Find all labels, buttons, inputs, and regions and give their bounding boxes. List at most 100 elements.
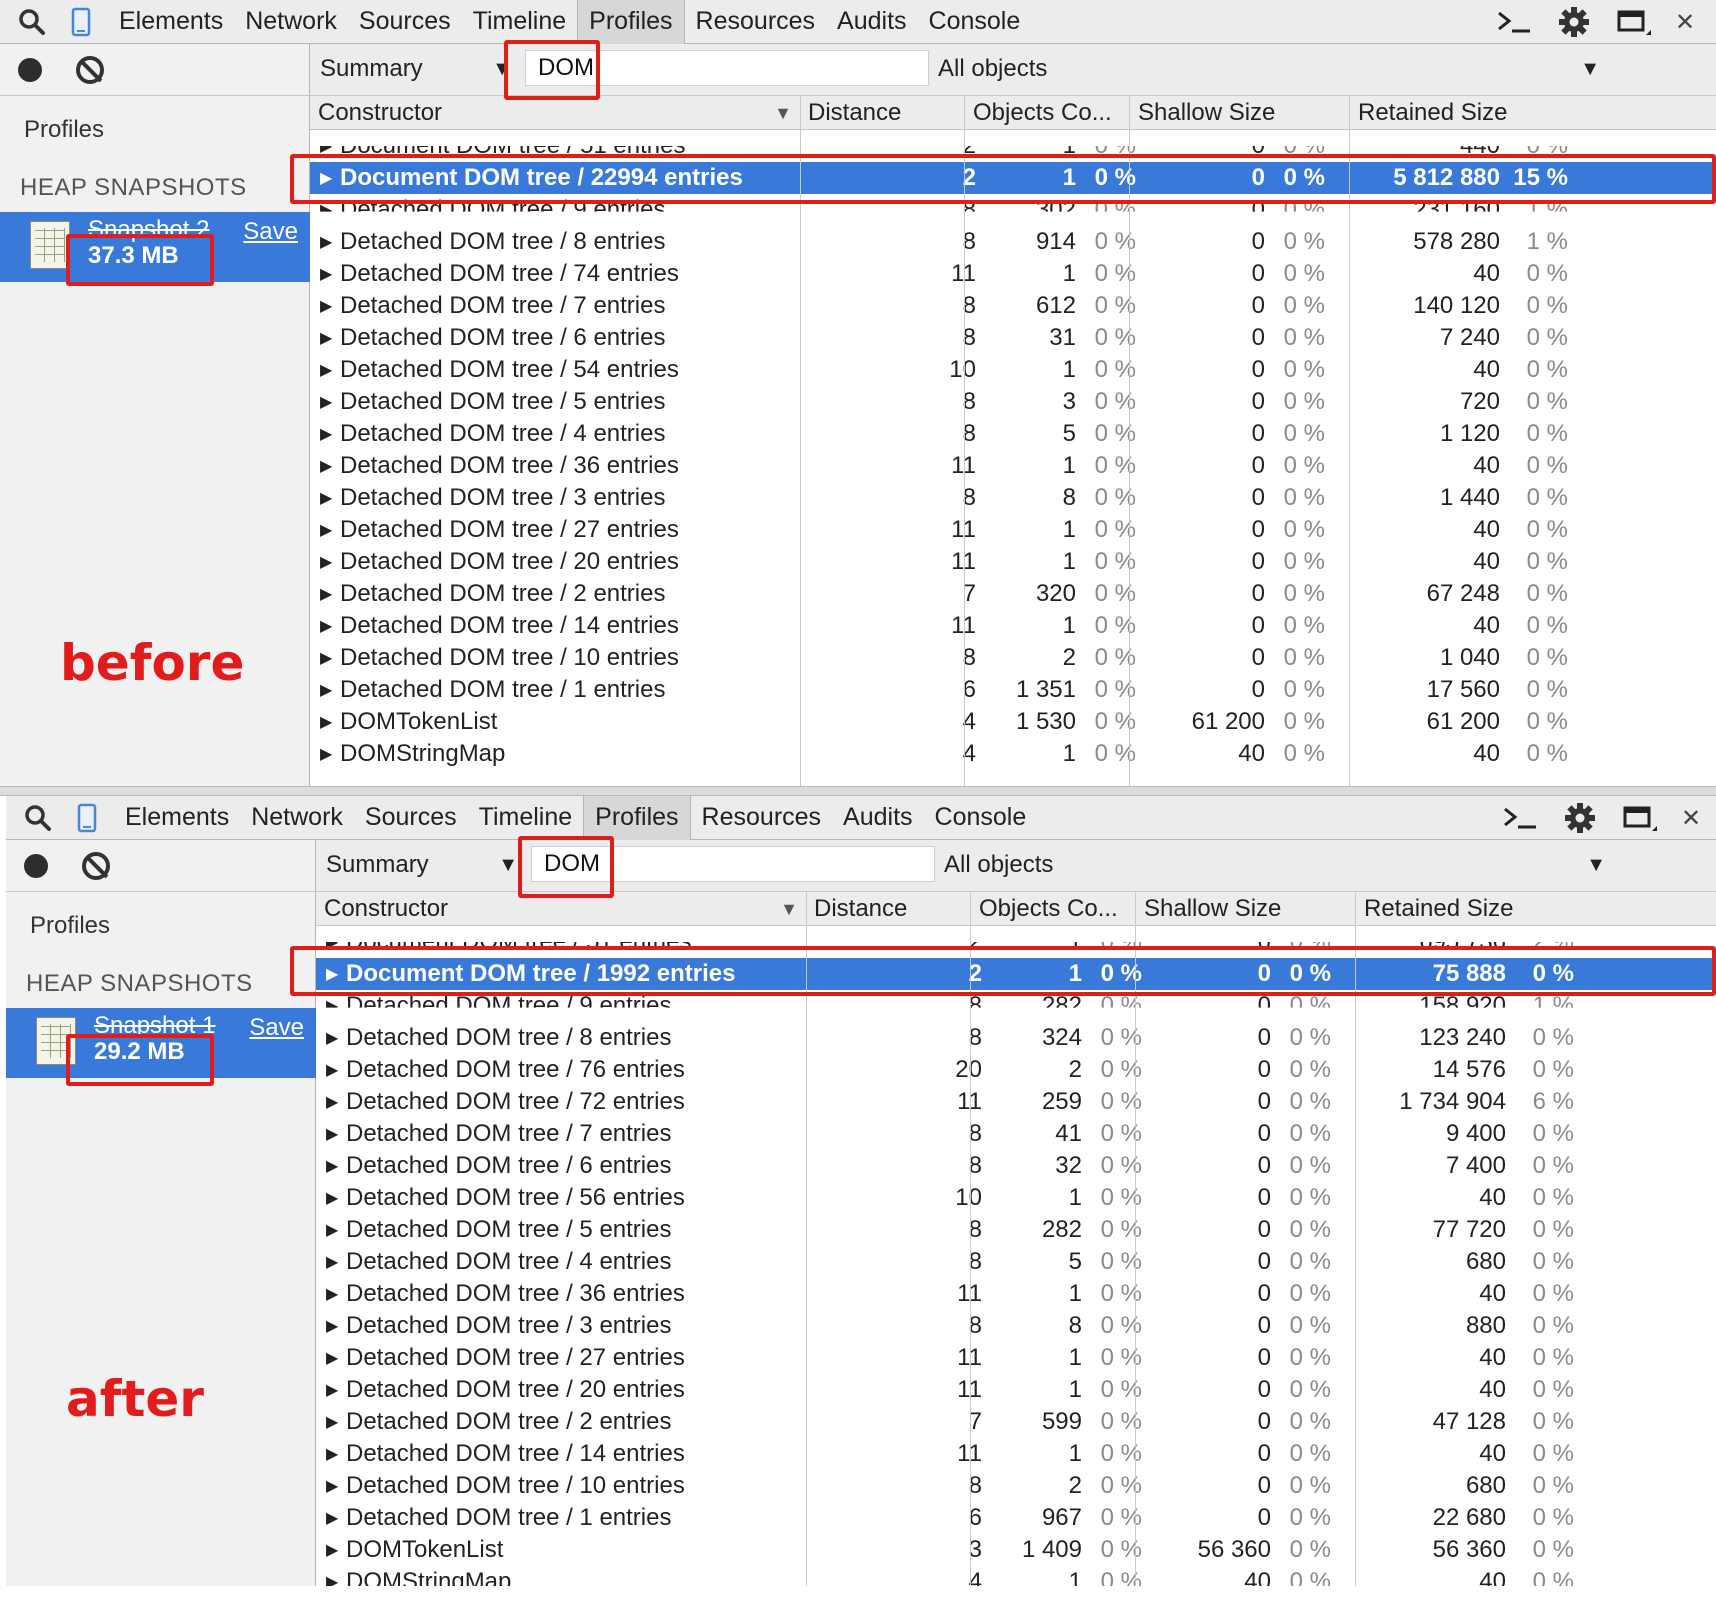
tab-profiles[interactable]: Profiles xyxy=(583,796,691,840)
table-row[interactable]: ▶ Detached DOM tree / 6 entries 8 31 0 % 0 0 %… xyxy=(310,322,1716,354)
expand-triangle-icon[interactable]: ▶ xyxy=(320,419,340,450)
expand-triangle-icon[interactable]: ▶ xyxy=(326,1279,346,1310)
expand-triangle-icon[interactable]: ▶ xyxy=(320,547,340,578)
table-row[interactable]: ▶ DOMStringMap 4 1 0 % 40 0 % 40 0 % xyxy=(316,1566,1716,1586)
table-row[interactable]: ▶ Detached DOM tree / 1 entries 6 967 0 % 0 0 … xyxy=(316,1502,1716,1534)
expand-triangle-icon[interactable]: ▶ xyxy=(326,1311,346,1342)
expand-triangle-icon[interactable]: ▶ xyxy=(320,483,340,514)
dock-side-icon[interactable] xyxy=(1620,796,1660,840)
table-row[interactable]: ▶ Detached DOM tree / 2 entries 7 320 0 % 0 0 … xyxy=(310,578,1716,610)
expand-triangle-icon[interactable]: ▶ xyxy=(326,1407,346,1438)
column-distance[interactable]: Distance xyxy=(806,892,970,926)
tab-console[interactable]: Console xyxy=(924,796,1038,840)
table-row[interactable]: ▶ Detached DOM tree / 27 entries 11 1 0 % 0 0 … xyxy=(316,1342,1716,1374)
table-row[interactable]: ▶ Detached DOM tree / 2 entries 7 599 0 % 0 0 … xyxy=(316,1406,1716,1438)
tab-network[interactable]: Network xyxy=(240,796,354,840)
expand-triangle-icon[interactable]: ▶ xyxy=(320,515,340,546)
record-icon[interactable] xyxy=(24,854,48,878)
column-distance[interactable]: Distance xyxy=(800,96,964,130)
column-retained-size[interactable]: Retained Size xyxy=(1350,96,1610,130)
table-row[interactable]: ▶ Detached DOM tree / 9 entries 8 282 0 % 0 0 … xyxy=(316,990,1716,1022)
objects-scope-select[interactable]: All objects ▼ xyxy=(938,51,1618,87)
expand-triangle-icon[interactable]: ▶ xyxy=(326,959,346,990)
device-mode-icon[interactable] xyxy=(72,796,102,840)
expand-triangle-icon[interactable]: ▶ xyxy=(320,579,340,610)
gear-icon[interactable] xyxy=(1554,0,1594,44)
tab-elements[interactable]: Elements xyxy=(108,0,234,44)
expand-triangle-icon[interactable]: ▶ xyxy=(320,451,340,482)
tab-resources[interactable]: Resources xyxy=(691,796,833,840)
expand-triangle-icon[interactable]: ▶ xyxy=(320,195,340,212)
expand-triangle-icon[interactable]: ▶ xyxy=(326,1247,346,1278)
table-row[interactable]: ▶ DOMStringMap 4 1 0 % 40 0 % 40 0 % xyxy=(310,738,1716,770)
console-drawer-icon[interactable] xyxy=(1500,796,1540,840)
expand-triangle-icon[interactable]: ▶ xyxy=(326,1535,346,1566)
class-filter-input[interactable]: DOM xyxy=(525,50,929,86)
expand-triangle-icon[interactable]: ▶ xyxy=(320,739,340,770)
expand-triangle-icon[interactable]: ▶ xyxy=(326,1119,346,1150)
table-row-selected[interactable]: ▶ Document DOM tree / 22994 entries 2 1 0 % 0… xyxy=(310,162,1716,194)
expand-triangle-icon[interactable]: ▶ xyxy=(320,227,340,258)
tab-network[interactable]: Network xyxy=(234,0,348,44)
expand-triangle-icon[interactable]: ▶ xyxy=(326,1087,346,1118)
table-row[interactable]: ▶ Detached DOM tree / 27 entries 11 1 0 % 0 0 … xyxy=(310,514,1716,546)
expand-triangle-icon[interactable]: ▶ xyxy=(320,291,340,322)
table-row[interactable]: ▶ Detached DOM tree / 10 entries 8 2 0 % 0 0 %… xyxy=(316,1470,1716,1502)
table-row[interactable]: ▶ Detached DOM tree / 36 entries 11 1 0 % 0 0 … xyxy=(316,1278,1716,1310)
table-row[interactable]: ▶ Detached DOM tree / 6 entries 8 32 0 % 0 0 %… xyxy=(316,1150,1716,1182)
save-link[interactable]: Save xyxy=(249,1014,304,1042)
dock-side-icon[interactable] xyxy=(1614,0,1654,44)
device-mode-icon[interactable] xyxy=(66,0,96,44)
tab-timeline[interactable]: Timeline xyxy=(462,0,578,44)
save-link[interactable]: Save xyxy=(243,218,298,246)
table-row[interactable]: ▶ Detached DOM tree / 9 entries 8 302 0 % 0 0 … xyxy=(310,194,1716,226)
expand-triangle-icon[interactable]: ▶ xyxy=(326,1567,346,1586)
table-row[interactable]: ▶ Detached DOM tree / 10 entries 8 2 0 % 0 0 %… xyxy=(310,642,1716,674)
view-select[interactable]: Summary ▼ xyxy=(320,51,512,87)
table-row[interactable]: ▶ Detached DOM tree / 5 entries 8 3 0 % 0 0 % 7… xyxy=(310,386,1716,418)
expand-triangle-icon[interactable]: ▶ xyxy=(320,611,340,642)
expand-triangle-icon[interactable]: ▶ xyxy=(326,1439,346,1470)
expand-triangle-icon[interactable]: ▶ xyxy=(320,387,340,418)
expand-triangle-icon[interactable]: ▶ xyxy=(326,1375,346,1406)
expand-triangle-icon[interactable]: ▶ xyxy=(320,259,340,290)
tab-timeline[interactable]: Timeline xyxy=(468,796,584,840)
table-row[interactable]: ▶ Document DOM tree / 51 entries 2 1 0 % 0 0 %… xyxy=(316,926,1716,958)
tab-resources[interactable]: Resources xyxy=(685,0,827,44)
clear-profiles-icon[interactable] xyxy=(82,852,110,880)
table-row[interactable]: ▶ Detached DOM tree / 56 entries 10 1 0 % 0 0 … xyxy=(316,1182,1716,1214)
view-select[interactable]: Summary ▼ xyxy=(326,847,518,883)
table-row[interactable]: ▶ Document DOM tree / 51 entries 2 1 0 % 0 0 %… xyxy=(310,130,1716,162)
expand-triangle-icon[interactable]: ▶ xyxy=(326,1183,346,1214)
table-row[interactable]: ▶ Detached DOM tree / 4 entries 8 5 0 % 0 0 % 6… xyxy=(316,1246,1716,1278)
expand-triangle-icon[interactable]: ▶ xyxy=(326,942,346,958)
table-row[interactable]: ▶ Detached DOM tree / 14 entries 11 1 0 % 0 0 … xyxy=(316,1438,1716,1470)
tab-elements[interactable]: Elements xyxy=(114,796,240,840)
table-row[interactable]: ▶ Detached DOM tree / 3 entries 8 8 0 % 0 0 % 8… xyxy=(316,1310,1716,1342)
expand-triangle-icon[interactable]: ▶ xyxy=(326,1023,346,1054)
tab-sources[interactable]: Sources xyxy=(354,796,468,840)
expand-triangle-icon[interactable]: ▶ xyxy=(320,323,340,354)
table-row[interactable]: ▶ Detached DOM tree / 20 entries 11 1 0 % 0 0 … xyxy=(316,1374,1716,1406)
table-row[interactable]: ▶ Detached DOM tree / 72 entries 11 259 0 % 0… xyxy=(316,1086,1716,1118)
column-constructor[interactable]: Constructor ▼ xyxy=(310,96,800,130)
objects-scope-select[interactable]: All objects ▼ xyxy=(944,847,1624,883)
table-row[interactable]: ▶ Detached DOM tree / 8 entries 8 324 0 % 0 0 … xyxy=(316,1022,1716,1054)
table-row[interactable]: ▶ Detached DOM tree / 8 entries 8 914 0 % 0 0 … xyxy=(310,226,1716,258)
search-icon[interactable] xyxy=(20,796,56,840)
expand-triangle-icon[interactable]: ▶ xyxy=(326,1471,346,1502)
close-icon[interactable]: ✕ xyxy=(1670,0,1700,44)
table-row[interactable]: ▶ Detached DOM tree / 3 entries 8 8 0 % 0 0 % 1… xyxy=(310,482,1716,514)
tab-console[interactable]: Console xyxy=(918,0,1032,44)
table-row[interactable]: ▶ Detached DOM tree / 20 entries 11 1 0 % 0 0 … xyxy=(310,546,1716,578)
table-row[interactable]: ▶ Detached DOM tree / 54 entries 10 1 0 % 0 0 … xyxy=(310,354,1716,386)
record-icon[interactable] xyxy=(18,58,42,82)
tab-profiles[interactable]: Profiles xyxy=(577,0,685,44)
snapshot-item[interactable]: Snapshot 2 37.3 MB Save xyxy=(0,212,310,282)
expand-triangle-icon[interactable]: ▶ xyxy=(320,163,340,194)
expand-triangle-icon[interactable]: ▶ xyxy=(326,1215,346,1246)
snapshot-item[interactable]: Snapshot 1 29.2 MB Save xyxy=(6,1008,316,1078)
table-row[interactable]: ▶ Detached DOM tree / 7 entries 8 612 0 % 0 0 … xyxy=(310,290,1716,322)
column-objects-count[interactable]: Objects Co... xyxy=(965,96,1129,130)
table-row[interactable]: ▶ Detached DOM tree / 14 entries 11 1 0 % 0 0 … xyxy=(310,610,1716,642)
